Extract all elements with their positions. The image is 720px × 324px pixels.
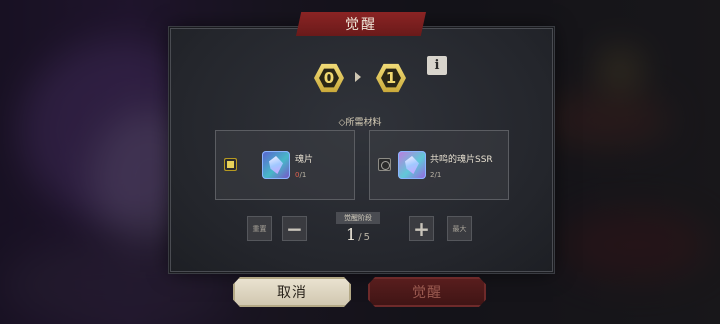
level-from-value: 0 [319, 68, 339, 88]
awaken-button[interactable]: 觉醒 [368, 277, 486, 307]
stage-label: 觉醒阶段 [336, 212, 380, 224]
info-button[interactable]: i [427, 56, 447, 75]
plus-icon: + [413, 216, 430, 241]
cancel-button[interactable]: 取消 [233, 277, 351, 307]
resonant-shard-icon [398, 151, 426, 179]
material-card-resonant-shard[interactable]: 共鸣的魂片SSR 2/1 [369, 130, 509, 200]
stage-value: 1/5 [330, 225, 386, 244]
materials-heading: ◇所需材料 [338, 118, 382, 128]
material-need: /1 [299, 171, 307, 179]
material-card-soul-shard[interactable]: 魂片 0/1 [215, 130, 355, 200]
info-icon: i [434, 58, 440, 73]
dialog-title-banner: 觉醒 [296, 12, 426, 36]
stage-current: 1 [346, 225, 357, 244]
minus-icon: − [286, 216, 303, 241]
stage-max: 5 [363, 232, 370, 243]
decrement-button[interactable]: − [282, 216, 307, 241]
arrow-right-icon [355, 72, 361, 82]
level-to-value: 1 [381, 68, 401, 88]
max-button[interactable]: 最大 [447, 216, 472, 241]
material-checkbox[interactable] [224, 158, 237, 171]
stage-separator: / [358, 232, 362, 243]
dialog-title: 觉醒 [345, 17, 377, 33]
material-name: 共鸣的魂片SSR [430, 155, 493, 165]
increment-button[interactable]: + [409, 216, 434, 241]
material-name: 魂片 [295, 155, 314, 165]
material-count: 0/1 [295, 171, 306, 179]
material-need: /1 [434, 171, 442, 179]
soul-shard-icon [262, 151, 290, 179]
material-radio[interactable] [378, 158, 391, 171]
material-count: 2/1 [430, 171, 441, 179]
reset-button[interactable]: 重置 [247, 216, 272, 241]
